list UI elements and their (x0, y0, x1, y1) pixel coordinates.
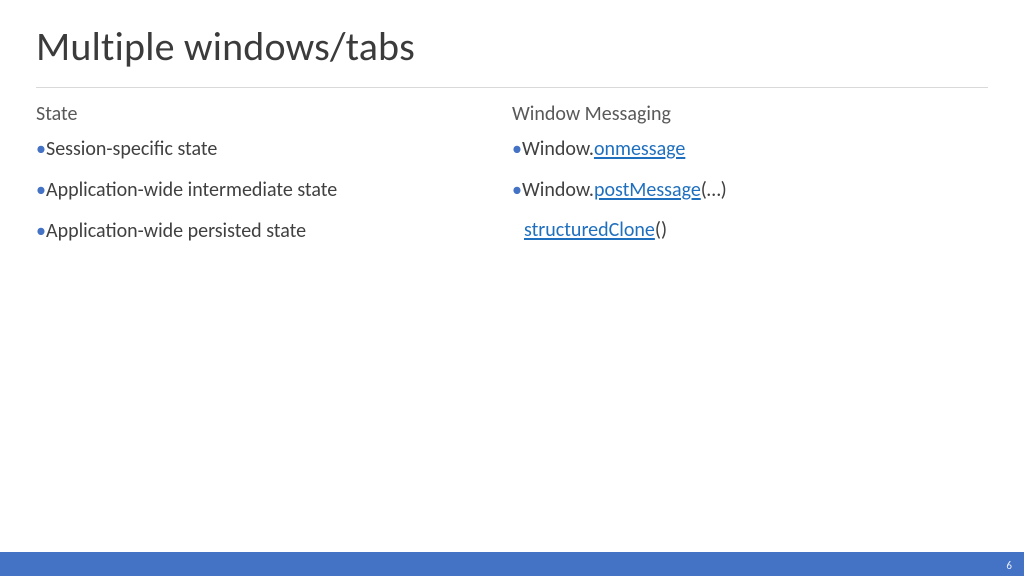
slide: Multiple windows/tabs State Session-spec… (0, 0, 1024, 576)
bullet-text: Application-wide persisted state (46, 219, 306, 243)
bullet-prefix: Window. (522, 178, 594, 202)
extra-suffix: () (655, 218, 667, 242)
list-item: Session-specific state (36, 136, 488, 163)
bullet-prefix: Window. (522, 137, 594, 161)
extra-line: structuredClone() (512, 218, 964, 242)
bullet-text: Session-specific state (46, 137, 217, 161)
page-number: 6 (1006, 559, 1012, 572)
content-columns: State Session-specific state Application… (36, 102, 988, 259)
onmessage-link[interactable]: onmessage (594, 137, 685, 161)
right-bullets: Window.onmessage Window.postMessage(…) (512, 136, 964, 204)
left-column: State Session-specific state Application… (36, 102, 512, 259)
list-item: Application-wide persisted state (36, 218, 488, 245)
left-heading: State (36, 102, 488, 126)
left-bullets: Session-specific state Application-wide … (36, 136, 488, 245)
postmessage-link[interactable]: postMessage (594, 178, 701, 202)
title-divider (36, 87, 988, 88)
list-item: Window.onmessage (512, 136, 964, 163)
structuredclone-link[interactable]: structuredClone (524, 218, 655, 242)
right-heading: Window Messaging (512, 102, 964, 126)
list-item: Window.postMessage(…) (512, 177, 964, 204)
bullet-text: Application-wide intermediate state (46, 178, 337, 202)
slide-title: Multiple windows/tabs (36, 22, 988, 71)
footer-bar: 6 (0, 552, 1024, 576)
right-column: Window Messaging Window.onmessage Window… (512, 102, 988, 259)
list-item: Application-wide intermediate state (36, 177, 488, 204)
bullet-suffix: (…) (701, 178, 727, 202)
